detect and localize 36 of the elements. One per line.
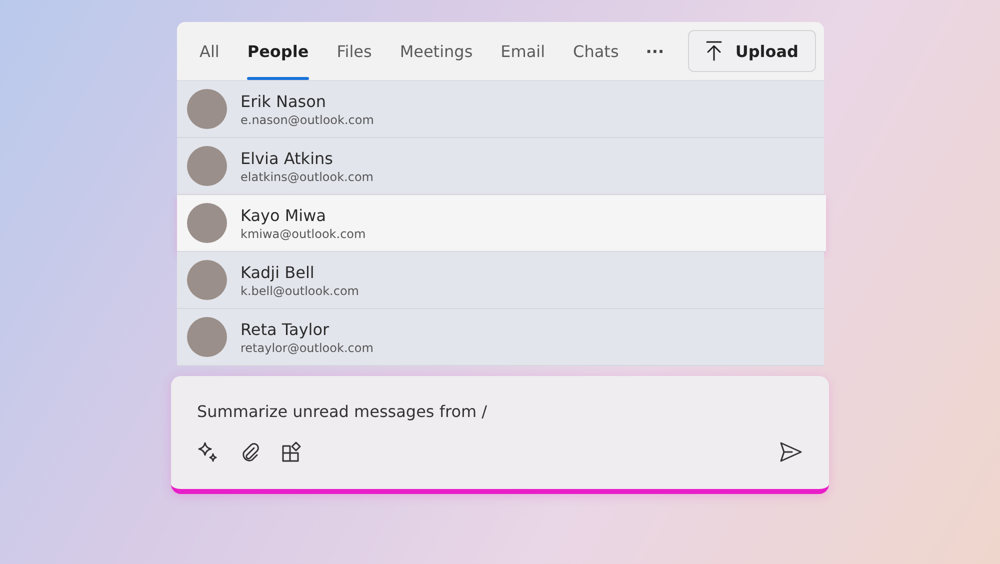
person-email: retaylor@outlook.com: [240, 340, 374, 354]
tab[interactable]: People: [236, 22, 320, 80]
tab[interactable]: All: [188, 22, 230, 80]
person-email: k.bell@outlook.com: [240, 284, 359, 298]
tab[interactable]: Meetings: [388, 22, 484, 80]
person-row[interactable]: Kadji Bell k.bell@outlook.com: [176, 252, 824, 309]
apps-icon: [281, 441, 303, 463]
avatar: [186, 260, 226, 300]
person-name: Kayo Miwa: [240, 206, 327, 224]
more-button[interactable]: ···: [636, 42, 674, 60]
send-icon: [779, 441, 803, 463]
person-email: e.nason@outlook.com: [240, 112, 374, 126]
send-button[interactable]: [779, 441, 803, 463]
avatar: [186, 203, 226, 243]
person-row[interactable]: Kayo Miwa kmiwa@outlook.com: [176, 195, 826, 252]
sparkle-icon: [197, 441, 219, 463]
person-row[interactable]: Reta Taylor retaylor@outlook.com: [176, 309, 824, 366]
tab[interactable]: Email: [490, 22, 556, 80]
prompt-input[interactable]: Summarize unread messages from /: [197, 402, 803, 421]
person-name: Reta Taylor: [240, 320, 330, 338]
person-name: Elvia Atkins: [240, 148, 334, 168]
avatar: [186, 146, 226, 186]
upload-icon: [705, 40, 724, 62]
tab[interactable]: Files: [326, 22, 383, 80]
person-email: elatkins@outlook.com: [240, 170, 374, 184]
avatar: [186, 317, 226, 357]
person-name: Kadji Bell: [240, 262, 316, 282]
person-name: Erik Nason: [240, 92, 328, 110]
tab[interactable]: Chats: [562, 22, 630, 80]
avatar: [186, 89, 226, 129]
person-row[interactable]: Erik Nason e.nason@outlook.com: [176, 81, 824, 138]
sparkle-button[interactable]: [197, 441, 219, 463]
person-email: kmiwa@outlook.com: [240, 226, 366, 240]
person-row[interactable]: Elvia Atkins elatkins@outlook.com: [176, 138, 824, 195]
upload-button[interactable]: Upload: [688, 30, 816, 72]
apps-button[interactable]: [281, 441, 303, 463]
